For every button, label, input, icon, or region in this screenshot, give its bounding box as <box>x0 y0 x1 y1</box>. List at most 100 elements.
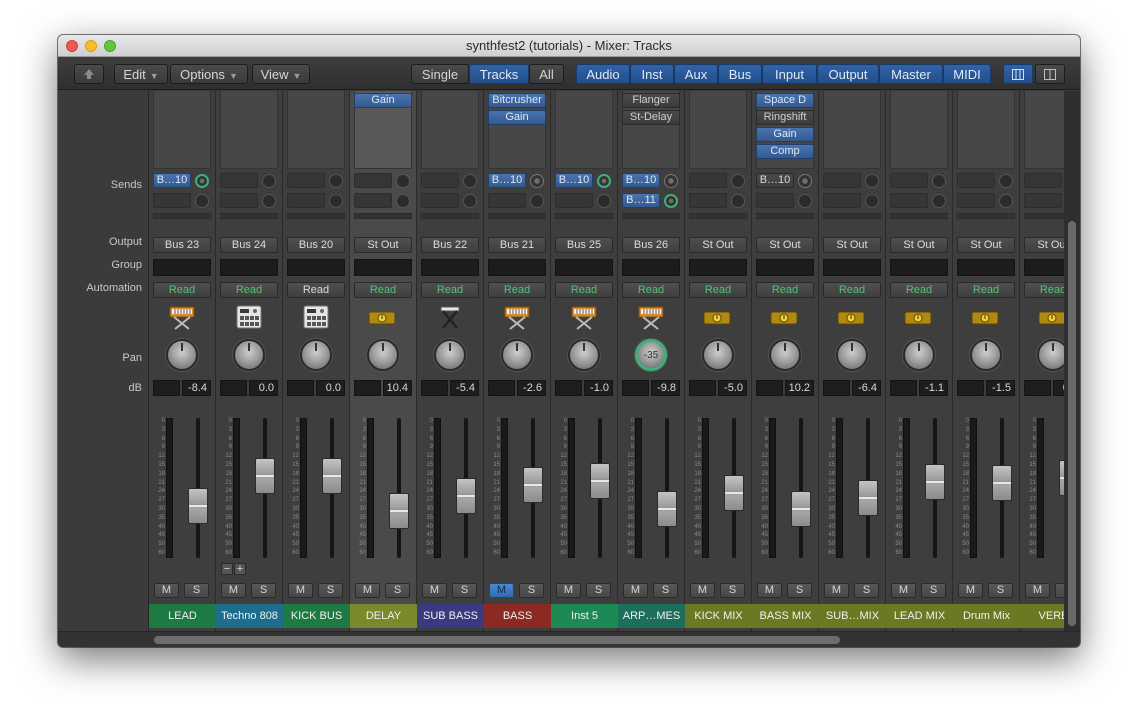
plugin-slot[interactable]: St-Delay <box>622 110 680 125</box>
mute-button[interactable]: M <box>556 583 581 598</box>
automation-mode[interactable]: Read <box>1024 282 1064 298</box>
volume-value[interactable]: 10.4 <box>383 380 412 396</box>
send-slot[interactable] <box>1024 173 1062 188</box>
send-level-knob[interactable] <box>731 174 745 188</box>
solo-button[interactable]: S <box>1055 583 1064 598</box>
output-selector[interactable]: Bus 26 <box>622 237 680 253</box>
solo-button[interactable]: S <box>251 583 276 598</box>
plugin-slot[interactable]: Gain <box>488 110 546 125</box>
solo-button[interactable]: S <box>653 583 678 598</box>
send-level-knob[interactable] <box>262 174 276 188</box>
aux-icon[interactable] <box>770 311 798 325</box>
output-selector[interactable]: Bus 20 <box>287 237 345 253</box>
volume-fader[interactable] <box>456 478 476 514</box>
group-slot[interactable] <box>555 259 613 276</box>
group-slot[interactable] <box>220 259 278 276</box>
expand-group-button[interactable]: + <box>234 563 246 575</box>
volume-value[interactable]: 0.0 <box>249 380 278 396</box>
volume-fader[interactable] <box>992 465 1012 501</box>
volume-fader[interactable] <box>858 480 878 516</box>
send-slot[interactable] <box>756 193 794 208</box>
plugin-slot[interactable]: Gain <box>354 93 412 108</box>
automation-mode[interactable]: Read <box>756 282 814 298</box>
volume-fader[interactable] <box>188 488 208 524</box>
send-slot[interactable] <box>823 193 861 208</box>
solo-button[interactable]: S <box>318 583 343 598</box>
drum-machine-icon[interactable] <box>235 303 263 331</box>
send-slot[interactable]: B…11 <box>622 193 660 208</box>
aux-icon[interactable] <box>368 311 396 325</box>
automation-mode[interactable]: Read <box>354 282 412 298</box>
solo-button[interactable]: S <box>184 583 209 598</box>
plugin-slots[interactable] <box>555 91 613 169</box>
pan-knob[interactable] <box>434 339 466 371</box>
filter-master[interactable]: Master <box>879 64 943 84</box>
edit-menu[interactable]: Edit ▼ <box>114 64 168 84</box>
track-name[interactable]: LEAD MIX <box>886 604 953 628</box>
filter-output[interactable]: Output <box>817 64 879 84</box>
synth-keyboard-icon[interactable] <box>570 303 598 331</box>
send-slot[interactable] <box>823 173 861 188</box>
horizontal-scrollbar[interactable] <box>58 631 1080 647</box>
track-name[interactable]: BASS <box>484 604 551 628</box>
send-slot[interactable]: B…10 <box>622 173 660 188</box>
plugin-slot[interactable]: Comp <box>756 144 814 159</box>
track-name[interactable]: SUB BASS <box>417 604 484 628</box>
send-slot[interactable] <box>153 193 191 208</box>
send-slot[interactable] <box>890 213 948 219</box>
volume-fader[interactable] <box>255 458 275 494</box>
send-level-knob[interactable] <box>597 194 611 208</box>
volume-value[interactable]: -6.4 <box>852 380 881 396</box>
volume-value[interactable]: 10.2 <box>785 380 814 396</box>
mute-button[interactable]: M <box>757 583 782 598</box>
send-slot[interactable]: B…10 <box>555 173 593 188</box>
send-level-knob[interactable] <box>262 194 276 208</box>
options-menu[interactable]: Options ▼ <box>170 64 248 84</box>
plugin-slots[interactable] <box>1024 91 1064 169</box>
send-slot[interactable]: B…10 <box>488 173 526 188</box>
track-name[interactable]: BASS MIX <box>752 604 819 628</box>
output-selector[interactable]: Bus 24 <box>220 237 278 253</box>
view-menu[interactable]: View ▼ <box>252 64 310 84</box>
group-slot[interactable] <box>957 259 1015 276</box>
automation-mode[interactable]: Read <box>689 282 747 298</box>
send-level-knob[interactable] <box>195 174 209 188</box>
volume-fader[interactable] <box>590 463 610 499</box>
aux-icon[interactable] <box>703 311 731 325</box>
track-name[interactable]: Inst 5 <box>551 604 618 628</box>
send-slot[interactable] <box>488 213 546 219</box>
group-slot[interactable] <box>689 259 747 276</box>
pan-knob[interactable] <box>568 339 600 371</box>
pan-knob[interactable] <box>300 339 332 371</box>
plugin-slots[interactable] <box>421 91 479 169</box>
filter-bus[interactable]: Bus <box>718 64 762 84</box>
vertical-scrollbar[interactable] <box>1064 91 1080 631</box>
plugin-slot[interactable]: Ringshift <box>756 110 814 125</box>
solo-button[interactable]: S <box>519 583 544 598</box>
solo-button[interactable]: S <box>988 583 1013 598</box>
automation-mode[interactable]: Read <box>890 282 948 298</box>
send-slot[interactable] <box>421 173 459 188</box>
plugin-slot[interactable]: Bitcrusher <box>488 93 546 108</box>
send-slot[interactable] <box>957 173 995 188</box>
mode-all[interactable]: All <box>529 64 564 84</box>
group-slot[interactable] <box>1024 259 1064 276</box>
volume-value[interactable]: -1.1 <box>919 380 948 396</box>
send-slot[interactable] <box>957 213 1015 219</box>
mute-button[interactable]: M <box>489 583 514 598</box>
pan-knob[interactable] <box>836 339 868 371</box>
volume-value[interactable]: -5.0 <box>718 380 747 396</box>
send-slot[interactable]: B…10 <box>153 173 191 188</box>
automation-mode[interactable]: Read <box>220 282 278 298</box>
send-slot[interactable] <box>555 193 593 208</box>
track-name[interactable]: SUB…MIX <box>819 604 886 628</box>
output-selector[interactable]: St Out <box>957 237 1015 253</box>
send-level-knob[interactable] <box>999 174 1013 188</box>
output-selector[interactable]: St Out <box>823 237 881 253</box>
volume-fader[interactable] <box>724 475 744 511</box>
synth-keyboard-icon[interactable] <box>503 303 531 331</box>
track-name[interactable]: LEAD <box>149 604 216 628</box>
send-level-knob[interactable] <box>597 174 611 188</box>
plugin-slots[interactable] <box>689 91 747 169</box>
send-slot[interactable] <box>220 213 278 219</box>
